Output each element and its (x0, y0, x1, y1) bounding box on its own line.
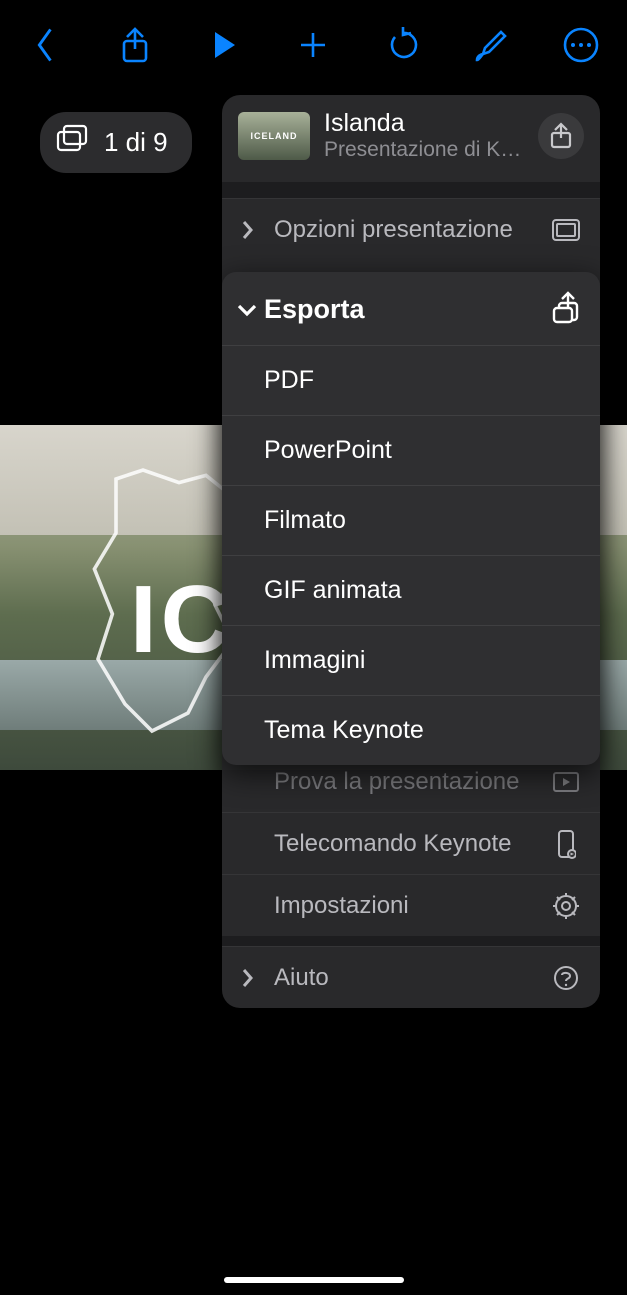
format-brush-button[interactable] (456, 9, 528, 81)
export-title: Esporta (264, 294, 550, 325)
document-subtitle: Presentazione di K… (324, 138, 524, 162)
play-rect-icon (550, 771, 582, 793)
export-item-label: Tema Keynote (264, 716, 424, 745)
back-button[interactable] (10, 9, 82, 81)
help-row[interactable]: Aiuto (222, 946, 600, 1008)
row-label: Impostazioni (274, 892, 550, 920)
chevron-right-icon (240, 219, 264, 241)
help-icon (550, 965, 582, 991)
slide-navigator-pill[interactable]: 1 di 9 (40, 112, 192, 173)
add-button[interactable] (277, 9, 349, 81)
export-option-movie[interactable]: Filmato (222, 485, 600, 555)
row-label: Aiuto (274, 964, 550, 992)
toolbar (0, 0, 627, 90)
export-option-gif[interactable]: GIF animata (222, 555, 600, 625)
separator (222, 936, 600, 946)
export-item-label: Filmato (264, 506, 346, 535)
export-option-powerpoint[interactable]: PowerPoint (222, 415, 600, 485)
row-label: Telecomando Keynote (274, 830, 550, 858)
undo-button[interactable] (367, 9, 439, 81)
popover-header: Islanda Presentazione di K… (222, 95, 600, 182)
keynote-remote-row[interactable]: Telecomando Keynote (222, 812, 600, 874)
header-share-button[interactable] (538, 113, 584, 159)
export-submenu: Esporta PDF PowerPoint Filmato GIF anima… (222, 272, 600, 765)
home-indicator[interactable] (224, 1277, 404, 1283)
document-title: Islanda (324, 109, 524, 138)
presentation-icon (550, 218, 582, 242)
separator (222, 182, 600, 198)
export-option-images[interactable]: Immagini (222, 625, 600, 695)
chevron-right-icon (240, 967, 264, 989)
export-header-row[interactable]: Esporta (222, 272, 600, 345)
row-label: Opzioni presentazione (274, 216, 550, 244)
row-label: Prova la presentazione (274, 768, 550, 796)
play-button[interactable] (188, 9, 260, 81)
chevron-down-icon (236, 302, 264, 318)
document-thumbnail (238, 112, 310, 160)
export-item-label: GIF animata (264, 576, 402, 605)
export-item-label: PDF (264, 366, 314, 395)
export-share-icon (550, 290, 582, 329)
slide-counter-label: 1 di 9 (104, 127, 168, 158)
settings-row[interactable]: Impostazioni (222, 874, 600, 936)
more-button[interactable] (545, 9, 617, 81)
slide-title-fragment: IC (130, 565, 234, 675)
export-item-label: PowerPoint (264, 436, 392, 465)
slides-icon (56, 124, 90, 161)
presentation-options-row[interactable]: Opzioni presentazione (222, 198, 600, 260)
share-button[interactable] (99, 9, 171, 81)
gear-icon (550, 892, 582, 920)
export-option-theme[interactable]: Tema Keynote (222, 695, 600, 765)
export-item-label: Immagini (264, 646, 365, 675)
iphone-icon (550, 829, 582, 859)
export-option-pdf[interactable]: PDF (222, 345, 600, 415)
